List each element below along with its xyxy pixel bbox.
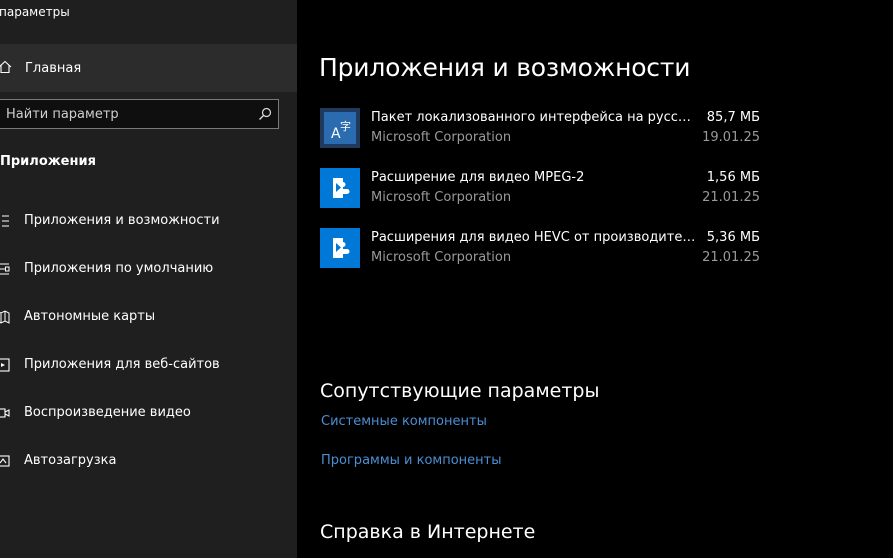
app-tile bbox=[320, 168, 360, 208]
websites-icon bbox=[0, 358, 10, 372]
main-content: Приложения и возможности A 字 Пакет локал… bbox=[297, 0, 893, 558]
home-icon bbox=[0, 60, 12, 74]
web-help-title: Справка в Интернете bbox=[320, 521, 536, 543]
app-list-item[interactable]: Расширения для видео HEVC от производите… bbox=[320, 228, 760, 272]
app-publisher: Microsoft Corporation bbox=[371, 190, 512, 205]
app-tile bbox=[320, 228, 360, 268]
app-list-item[interactable]: A 字 Пакет локализованного интерфейса на … bbox=[320, 108, 760, 152]
search-input[interactable] bbox=[6, 105, 246, 123]
language-pack-icon: A 字 bbox=[324, 112, 356, 144]
app-publisher: Microsoft Corporation bbox=[371, 250, 512, 265]
app-date: 19.01.25 bbox=[702, 130, 760, 145]
offline-maps-icon bbox=[0, 310, 10, 324]
related-settings-title: Сопутствующие параметры bbox=[320, 380, 600, 402]
sidebar-item-label: Автозагрузка bbox=[24, 453, 117, 468]
app-name: Пакет локализованного интерфейса на русс… bbox=[371, 110, 696, 125]
sidebar: Параметры Главная Приложения Приложения … bbox=[0, 0, 297, 558]
app-publisher: Microsoft Corporation bbox=[371, 130, 512, 145]
video-extension-icon bbox=[333, 178, 350, 198]
app-size: 1,56 МБ bbox=[706, 170, 760, 185]
svg-text:字: 字 bbox=[340, 119, 351, 133]
apps-list-icon bbox=[0, 215, 9, 227]
app-date: 21.01.25 bbox=[702, 250, 760, 265]
page-title: Приложения и возможности bbox=[319, 53, 691, 82]
search-icon[interactable] bbox=[258, 107, 272, 121]
search-box[interactable] bbox=[0, 99, 279, 129]
sidebar-item-offline-maps[interactable]: Автономные карты bbox=[0, 297, 297, 337]
app-date: 21.01.25 bbox=[702, 190, 760, 205]
sidebar-item-label: Приложения по умолчанию bbox=[24, 261, 214, 276]
system-components-link[interactable]: Системные компоненты bbox=[321, 414, 487, 429]
app-tile: A 字 bbox=[320, 108, 360, 148]
home-nav-item[interactable]: Главная bbox=[0, 44, 297, 92]
default-apps-icon bbox=[0, 263, 10, 275]
sidebar-item-startup[interactable]: Автозагрузка bbox=[0, 441, 297, 481]
home-label: Главная bbox=[25, 61, 82, 76]
sidebar-item-label: Приложения для веб-сайтов bbox=[24, 357, 220, 372]
startup-icon bbox=[0, 455, 10, 467]
sidebar-item-label: Автономные карты bbox=[24, 309, 156, 324]
video-playback-icon bbox=[0, 408, 10, 418]
sidebar-item-label: Приложения и возможности bbox=[24, 213, 220, 228]
window-title: Параметры bbox=[0, 5, 70, 19]
programs-features-link[interactable]: Программы и компоненты bbox=[321, 453, 502, 468]
sidebar-item-label: Воспроизведение видео bbox=[24, 405, 191, 420]
section-title: Приложения bbox=[0, 154, 96, 169]
app-size: 85,7 МБ bbox=[706, 110, 760, 125]
app-name: Расширение для видео MPEG-2 bbox=[371, 170, 585, 185]
sidebar-item-default-apps[interactable]: Приложения по умолчанию bbox=[0, 249, 297, 289]
video-extension-icon bbox=[333, 238, 350, 258]
sidebar-item-apps-features[interactable]: Приложения и возможности bbox=[0, 201, 297, 241]
app-list-item[interactable]: Расширение для видео MPEG-2 Microsoft Co… bbox=[320, 168, 760, 212]
app-name: Расширения для видео HEVC от производите… bbox=[371, 230, 696, 245]
sidebar-item-websites[interactable]: Приложения для веб-сайтов bbox=[0, 345, 297, 385]
sidebar-item-video-playback[interactable]: Воспроизведение видео bbox=[0, 393, 297, 433]
app-size: 5,36 МБ bbox=[706, 230, 760, 245]
